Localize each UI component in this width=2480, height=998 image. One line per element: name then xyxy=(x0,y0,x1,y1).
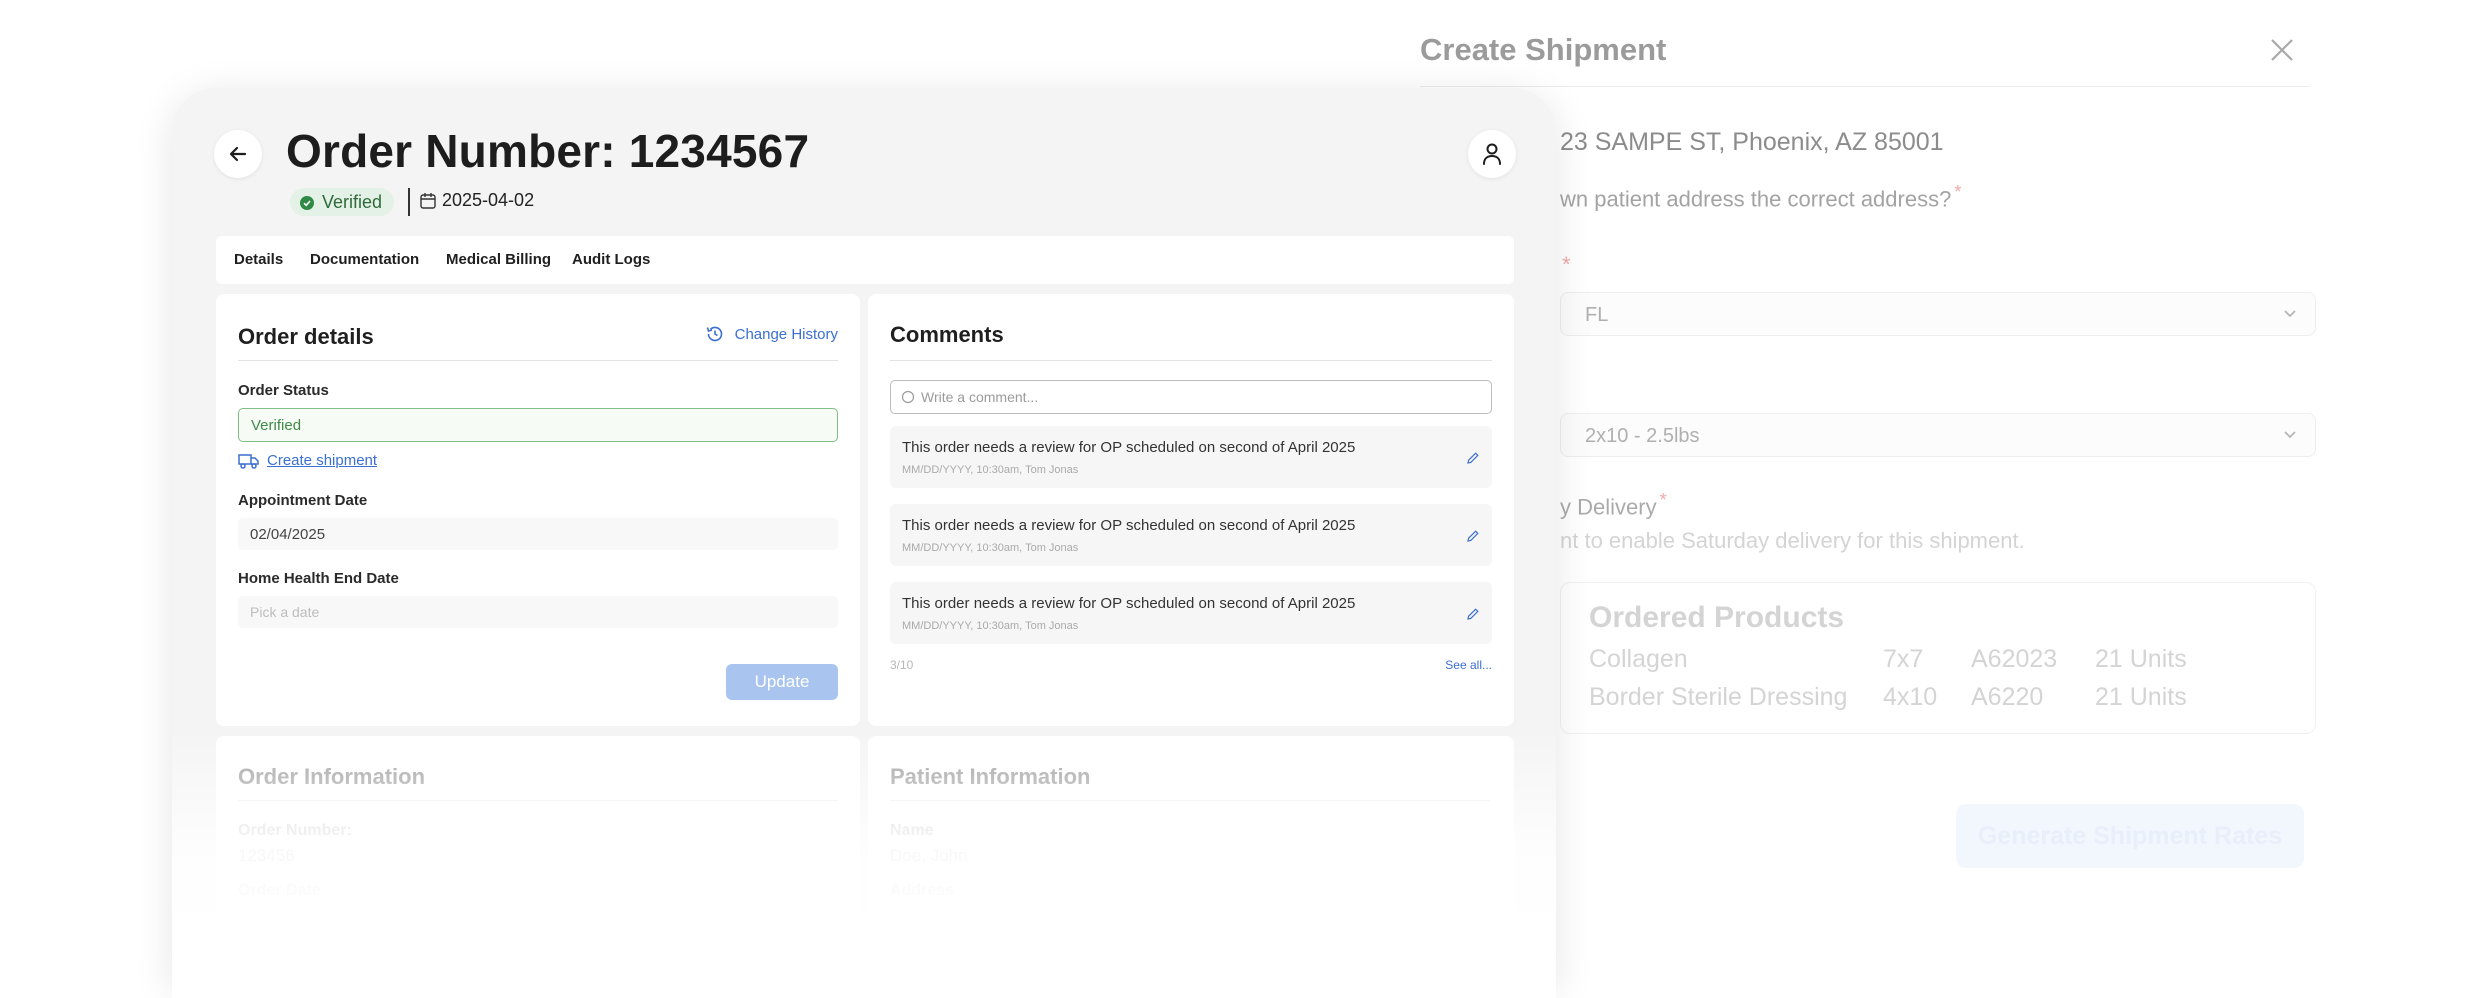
user-profile-button[interactable] xyxy=(1468,130,1516,178)
required-mark: * xyxy=(1954,182,1962,202)
package-select[interactable]: 2x10 - 2.5lbs xyxy=(1560,413,2316,457)
state-value: FL xyxy=(1585,304,1609,326)
tab-documentation[interactable]: Documentation xyxy=(310,251,419,268)
order-information-panel: Order Information Order Number: 123456 O… xyxy=(216,736,860,996)
shipment-divider xyxy=(1420,86,2310,87)
update-button[interactable]: Update xyxy=(726,664,838,700)
close-icon[interactable] xyxy=(2268,36,2296,64)
page-title: Order Number: 1234567 xyxy=(286,125,810,177)
change-history-link[interactable]: Change History xyxy=(705,324,838,344)
status-badge: Verified xyxy=(290,188,395,216)
order-details-heading: Order details xyxy=(238,324,374,349)
truck-icon xyxy=(238,454,259,469)
order-date: 2025-04-02 xyxy=(420,190,534,211)
required-mark: * xyxy=(1659,490,1667,510)
comment-item: This order needs a review for OP schedul… xyxy=(890,582,1492,644)
patient-information-panel: Patient Information Name Doe, John Addre… xyxy=(868,736,1514,996)
edit-icon[interactable] xyxy=(1466,529,1480,543)
ordered-products-title: Ordered Products xyxy=(1589,601,1845,634)
appointment-date-field[interactable]: 02/04/2025 xyxy=(238,518,838,550)
chat-bubble-icon xyxy=(901,390,915,404)
chevron-down-icon xyxy=(2284,310,2296,318)
order-number-value: 123456 xyxy=(238,846,295,865)
divider xyxy=(890,360,1492,361)
tab-medical-billing[interactable]: Medical Billing xyxy=(446,251,551,268)
home-health-end-date-label: Home Health End Date xyxy=(238,570,399,587)
edit-icon[interactable] xyxy=(1466,451,1480,465)
comment-item: This order needs a review for OP schedul… xyxy=(890,504,1492,566)
comment-count: 3/10 xyxy=(890,658,914,672)
divider xyxy=(238,360,838,361)
tab-audit-logs[interactable]: Audit Logs xyxy=(572,251,650,268)
home-health-end-date-field[interactable]: Pick a date xyxy=(238,596,838,628)
edit-icon[interactable] xyxy=(1466,607,1480,621)
history-icon xyxy=(706,326,722,342)
package-value: 2x10 - 2.5lbs xyxy=(1585,425,1700,447)
generate-shipment-rates-button[interactable]: Generate Shipment Rates xyxy=(1956,804,2304,868)
saturday-delivery-hint: nt to enable Saturday delivery for this … xyxy=(1560,528,2025,553)
ordered-products: Ordered Products Collagen 7x7 A62023 21 … xyxy=(1560,582,2316,734)
divider xyxy=(890,800,1490,801)
arrow-left-icon xyxy=(229,146,247,162)
chevron-down-icon xyxy=(2284,431,2296,439)
state-select[interactable]: FL xyxy=(1560,292,2316,336)
order-status-label: Order Status xyxy=(238,382,329,399)
patient-address-label: Address xyxy=(890,882,955,899)
appointment-date-label: Appointment Date xyxy=(238,492,368,509)
shipment-title: Create Shipment xyxy=(1420,32,1667,67)
comment-input[interactable]: Write a comment... xyxy=(890,380,1492,414)
back-button[interactable] xyxy=(214,130,262,178)
user-icon xyxy=(1483,143,1501,165)
order-details-panel: Order details Change History Order Statu… xyxy=(216,294,860,726)
order-card: Order Number: 1234567 Verified 2025-04-0… xyxy=(172,88,1556,998)
see-all-link[interactable]: See all... xyxy=(1445,658,1492,672)
tab-bar: Details Documentation Medical Billing Au… xyxy=(216,236,1514,284)
order-status-field[interactable]: Verified xyxy=(238,408,838,442)
order-date-label: Order Date xyxy=(238,882,321,899)
status-badge-label: Verified xyxy=(322,192,383,212)
comments-panel: Comments Write a comment... This order n… xyxy=(868,294,1514,726)
create-shipment-link[interactable]: Create shipment xyxy=(238,452,377,470)
order-information-heading: Order Information xyxy=(238,764,426,789)
tab-details[interactable]: Details xyxy=(234,251,283,268)
calendar-icon xyxy=(420,193,436,209)
header-divider xyxy=(408,188,410,216)
comments-heading: Comments xyxy=(890,322,1004,347)
comment-item: This order needs a review for OP schedul… xyxy=(890,426,1492,488)
order-number-label: Order Number: xyxy=(238,822,352,839)
check-circle-icon xyxy=(300,196,314,210)
patient-name-label: Name xyxy=(890,822,934,839)
saturday-delivery-label: y Delivery * xyxy=(1560,490,1667,520)
patient-information-heading: Patient Information xyxy=(890,764,1091,789)
required-mark: * xyxy=(1562,252,1571,277)
shipment-address: 23 SAMPE ST, Phoenix, AZ 85001 xyxy=(1560,128,1944,156)
patient-name-value: Doe, John xyxy=(890,846,968,865)
address-question: wn patient address the correct address? * xyxy=(1560,182,1962,212)
divider xyxy=(238,800,838,801)
order-date-value: 2025-04-02 xyxy=(442,190,535,210)
